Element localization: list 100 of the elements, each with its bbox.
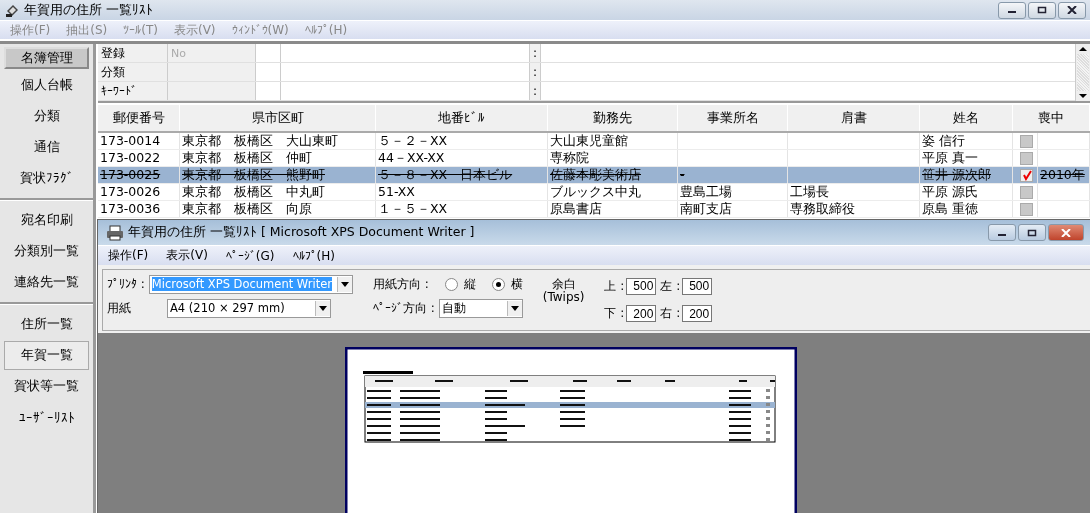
minimize-button[interactable] bbox=[988, 224, 1016, 241]
table-cell: 173-0036 bbox=[98, 201, 180, 217]
filter-label: 登録 bbox=[98, 44, 168, 62]
table-cell: 東京都 板橋区 向原 bbox=[180, 201, 376, 217]
column-header[interactable]: 地番ﾋﾞﾙ bbox=[376, 105, 548, 131]
table-cell: 東京都 板橋区 仲町 bbox=[180, 150, 376, 166]
close-button[interactable] bbox=[1058, 1, 1086, 19]
table-cell: 専称院 bbox=[548, 150, 678, 166]
minimize-button[interactable] bbox=[998, 1, 1026, 19]
paper-label: 用紙 bbox=[107, 299, 132, 317]
table-cell: 南町支店 bbox=[678, 201, 788, 217]
table-cell: ブルックス中丸 bbox=[548, 184, 678, 200]
margin-label: 上 : bbox=[604, 277, 625, 295]
maximize-button[interactable] bbox=[1028, 1, 1056, 19]
printer-icon bbox=[106, 224, 124, 241]
table-cell: 東京都 板橋区 大山東町 bbox=[180, 133, 376, 149]
table-cell: 173-0022 bbox=[98, 150, 180, 166]
table-cell: 東京都 板橋区 熊野町 bbox=[180, 167, 376, 183]
checkbox[interactable] bbox=[1019, 168, 1033, 182]
sidebar-button[interactable]: 個人台帳 bbox=[4, 71, 89, 100]
sidebar-button[interactable]: ﾕｰｻﾞｰﾘｽﾄ bbox=[4, 403, 89, 432]
colon-label: : bbox=[529, 82, 541, 100]
sidebar-button[interactable]: 住所一覧 bbox=[4, 310, 89, 339]
menu-item[interactable]: 表示(V) bbox=[166, 247, 208, 264]
table-cell: 豊島工場 bbox=[678, 184, 788, 200]
page-direction-label: ﾍﾟｰｼﾞ方向 : bbox=[372, 299, 435, 317]
table-cell: - bbox=[678, 167, 788, 183]
margin-field[interactable]: 500 bbox=[626, 277, 657, 295]
page-direction-dropdown[interactable]: 自動 bbox=[438, 298, 523, 318]
menu-item[interactable]: ﾍﾙﾌﾟ(H) bbox=[292, 248, 335, 263]
table-cell: 東京都 板橋区 中丸町 bbox=[180, 184, 376, 200]
filter-field[interactable]: No bbox=[168, 44, 256, 62]
maximize-icon bbox=[1027, 228, 1037, 237]
table-cell: ５－８－XX 日本ビル bbox=[376, 167, 548, 183]
unit-label: (Twips) bbox=[542, 291, 585, 304]
menu-item[interactable]: 操作(F) bbox=[108, 247, 149, 264]
filter-field[interactable] bbox=[168, 63, 256, 81]
checkbox[interactable] bbox=[1019, 134, 1033, 148]
colon-label: : bbox=[529, 44, 541, 62]
column-header[interactable]: 県市区町 bbox=[180, 105, 376, 131]
window-title: 年賀用の住所 一覧ﾘｽﾄ [ Microsoft XPS Document Writer ] bbox=[128, 224, 475, 241]
scroll-bar[interactable] bbox=[1075, 44, 1090, 101]
checkbox[interactable] bbox=[1019, 185, 1033, 199]
sidebar-button[interactable]: 賀状等一覧 bbox=[4, 372, 89, 401]
checkbox[interactable] bbox=[1019, 151, 1033, 165]
app-icon bbox=[4, 2, 20, 18]
margin-label: 下 : bbox=[604, 305, 625, 323]
orientation-label: 用紙方向 : bbox=[372, 275, 429, 293]
table-cell: １－５－XX bbox=[376, 201, 548, 217]
sidebar-button[interactable]: 連絡先一覧 bbox=[4, 268, 89, 297]
sidebar-button[interactable]: 名簿管理 bbox=[4, 47, 89, 69]
margin-field[interactable]: 200 bbox=[626, 305, 657, 323]
column-header[interactable]: 郵便番号 bbox=[98, 105, 180, 131]
column-header[interactable]: 事業所名 bbox=[678, 105, 788, 131]
table-cell: 専務取締役 bbox=[788, 201, 920, 217]
close-icon bbox=[1067, 6, 1077, 14]
caret-icon bbox=[510, 305, 519, 311]
column-header[interactable]: 姓名 bbox=[920, 105, 1013, 131]
table-cell: 笹井 源次郎 bbox=[920, 167, 1013, 183]
menu-item[interactable]: ﾍﾟｰｼﾞ(G) bbox=[225, 248, 275, 263]
table-cell: 佐藤本彫美術店 bbox=[548, 167, 678, 183]
table-cell: 44－XX-XX bbox=[376, 150, 548, 166]
checkbox[interactable] bbox=[1019, 202, 1033, 216]
window-title: 年賀用の住所 一覧ﾘｽﾄ bbox=[24, 1, 153, 19]
column-header[interactable]: 喪中 bbox=[1013, 105, 1090, 131]
table-cell: 工場長 bbox=[788, 184, 920, 200]
table-cell: ５－２－XX bbox=[376, 133, 548, 149]
sidebar-button[interactable]: 分類 bbox=[4, 102, 89, 131]
maximize-icon bbox=[1037, 6, 1047, 14]
margin-field[interactable]: 200 bbox=[682, 305, 713, 323]
table-cell: 51-XX bbox=[376, 184, 548, 200]
filter-field[interactable] bbox=[168, 82, 256, 100]
colon-label: : bbox=[529, 63, 541, 81]
table-cell: 平原 真一 bbox=[920, 150, 1013, 166]
column-header[interactable]: 肩書 bbox=[788, 105, 920, 131]
table-cell: 173-0014 bbox=[98, 133, 180, 149]
table-cell: 173-0025 bbox=[98, 167, 180, 183]
orientation-radio[interactable]: 横 bbox=[491, 275, 523, 293]
caret-icon bbox=[319, 305, 327, 311]
table-cell: 原島 重徳 bbox=[920, 201, 1013, 217]
column-header[interactable]: 勤務先 bbox=[548, 105, 678, 131]
paper-dropdown[interactable]: A4 (210 × 297 mm) bbox=[167, 298, 331, 318]
table-cell: 姿 信行 bbox=[920, 133, 1013, 149]
sidebar-button[interactable]: 宛名印刷 bbox=[4, 206, 89, 235]
sidebar-button[interactable]: 年賀一覧 bbox=[4, 341, 89, 370]
printer-label: ﾌﾟﾘﾝﾀ : bbox=[107, 277, 145, 291]
sidebar-button[interactable]: 通信 bbox=[4, 133, 89, 162]
close-icon bbox=[1061, 228, 1071, 237]
table-cell: 大山東児童館 bbox=[548, 133, 678, 149]
filter-label: 分類 bbox=[98, 63, 168, 81]
sidebar-button[interactable]: 分類別一覧 bbox=[4, 237, 89, 266]
caret-icon bbox=[340, 281, 349, 287]
table-cell: 173-0026 bbox=[98, 184, 180, 200]
table-cell: 平原 源氏 bbox=[920, 184, 1013, 200]
table-cell: 2010年 bbox=[1038, 167, 1090, 183]
orientation-radio[interactable]: 縦 bbox=[444, 275, 476, 293]
sidebar-button[interactable]: 賀状ﾌﾗｸﾞ bbox=[4, 164, 89, 193]
filter-label: ｷｰﾜｰﾄﾞ bbox=[98, 82, 168, 100]
margin-field[interactable]: 500 bbox=[682, 277, 713, 295]
maximize-button[interactable] bbox=[1018, 224, 1046, 241]
